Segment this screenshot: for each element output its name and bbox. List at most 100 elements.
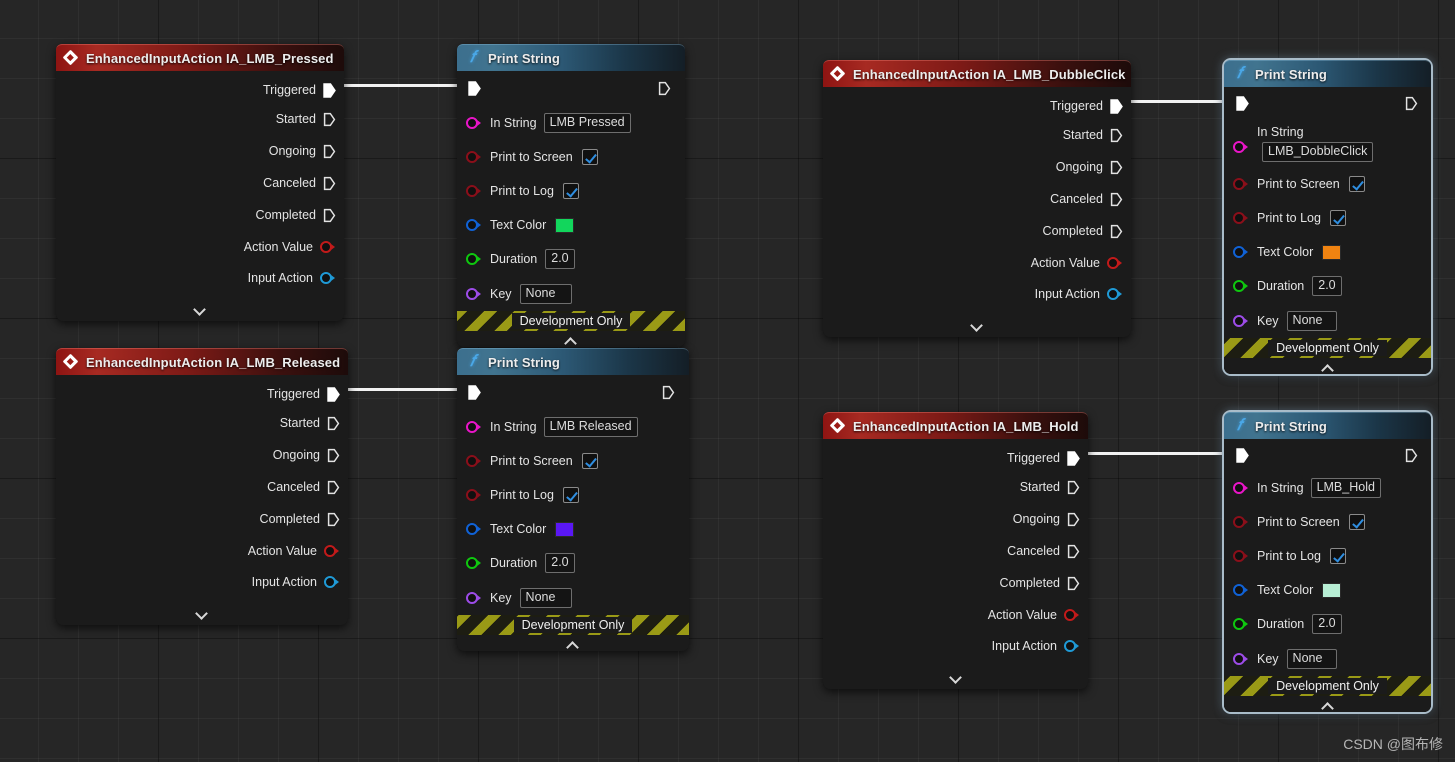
pin-row-print-to-screen[interactable]: Print to Screen xyxy=(1224,167,1431,201)
node-title-bar[interactable]: 𝑓 Print String xyxy=(1224,60,1431,87)
exec-pin-out-icon[interactable] xyxy=(1405,448,1418,463)
exec-pin-canceled-icon[interactable] xyxy=(323,176,336,191)
pin-row-action-value[interactable]: Action Value xyxy=(56,535,348,566)
data-pin-text-color-icon[interactable] xyxy=(466,219,482,231)
data-pin-print-to-log-icon[interactable] xyxy=(1233,212,1249,224)
pin-row-text-color[interactable]: Text Color xyxy=(457,512,689,546)
swatch-text-color[interactable] xyxy=(555,521,575,537)
pin-row-in-string[interactable]: In String LMB_DobbleClick xyxy=(1224,119,1431,167)
node-collapse-toggle[interactable] xyxy=(457,635,689,651)
chevron-down-icon[interactable] xyxy=(196,608,208,615)
chevron-down-icon[interactable] xyxy=(950,672,962,679)
exec-pin-ongoing-icon[interactable] xyxy=(1067,512,1080,527)
input-key[interactable]: None xyxy=(1286,648,1337,669)
pin-row-triggered[interactable]: Triggered xyxy=(823,87,1131,119)
node-collapse-toggle[interactable] xyxy=(56,597,348,625)
exec-pin-completed-icon[interactable] xyxy=(1110,224,1123,239)
pin-row-canceled[interactable]: Canceled xyxy=(823,183,1131,215)
data-pin-text-color-icon[interactable] xyxy=(466,523,482,535)
pin-row-print-to-screen[interactable]: Print to Screen xyxy=(457,140,685,174)
input-key[interactable]: None xyxy=(1286,310,1337,331)
checkbox-print-to-screen[interactable] xyxy=(581,453,598,469)
checkbox-print-to-log[interactable] xyxy=(562,487,579,503)
exec-pin-in-icon[interactable] xyxy=(1236,447,1249,463)
chevron-down-icon[interactable] xyxy=(971,320,983,327)
exec-pin-canceled-icon[interactable] xyxy=(1067,544,1080,559)
data-pin-in-string-icon[interactable] xyxy=(466,116,482,129)
data-pin-print-to-log-icon[interactable] xyxy=(466,185,482,197)
data-pin-action-value-icon[interactable] xyxy=(320,240,336,253)
pin-row-input-action[interactable]: Input Action xyxy=(823,630,1088,661)
data-pin-key-icon[interactable] xyxy=(466,591,482,604)
input-duration[interactable]: 2.0 xyxy=(1312,276,1342,296)
data-pin-print-to-log-icon[interactable] xyxy=(466,489,482,501)
exec-pin-canceled-icon[interactable] xyxy=(1110,192,1123,207)
checkbox-print-to-log[interactable] xyxy=(562,183,579,199)
pin-row-action-value[interactable]: Action Value xyxy=(56,231,344,262)
chevron-up-icon[interactable] xyxy=(1322,363,1334,370)
data-pin-action-value-icon[interactable] xyxy=(1107,256,1123,269)
data-pin-in-string-icon[interactable] xyxy=(466,420,482,433)
data-pin-key-icon[interactable] xyxy=(1233,314,1249,327)
pin-row-completed[interactable]: Completed xyxy=(56,199,344,231)
exec-pin-started-icon[interactable] xyxy=(327,416,340,431)
swatch-text-color[interactable] xyxy=(555,217,575,233)
exec-pin-out-icon[interactable] xyxy=(662,385,675,400)
data-pin-duration-icon[interactable] xyxy=(466,253,482,265)
pin-row-text-color[interactable]: Text Color xyxy=(457,208,685,242)
pin-row-triggered[interactable]: Triggered xyxy=(56,375,348,407)
chevron-up-icon[interactable] xyxy=(567,640,579,647)
pin-row-duration[interactable]: Duration 2.0 xyxy=(1224,607,1431,641)
pin-row-text-color[interactable]: Text Color xyxy=(1224,235,1431,269)
pin-row-started[interactable]: Started xyxy=(56,103,344,135)
exec-pin-triggered-icon[interactable] xyxy=(327,386,340,402)
chevron-up-icon[interactable] xyxy=(565,336,577,343)
pin-row-key[interactable]: Key None xyxy=(457,580,689,615)
input-in-string[interactable]: LMB_Hold xyxy=(1310,478,1381,498)
node-enhanced-input-action-ia-lmb-dubbleclick[interactable]: EnhancedInputAction IA_LMB_DubbleClick T… xyxy=(823,60,1131,337)
pin-row-duration[interactable]: Duration 2.0 xyxy=(457,546,689,580)
pin-row-in-string[interactable]: In String LMB_Hold xyxy=(1224,471,1431,505)
exec-pin-ongoing-icon[interactable] xyxy=(327,448,340,463)
node-title-bar[interactable]: 𝑓 Print String xyxy=(457,348,689,375)
exec-pin-in-icon[interactable] xyxy=(468,384,481,400)
pin-row-canceled[interactable]: Canceled xyxy=(823,535,1088,567)
data-pin-input-action-icon[interactable] xyxy=(1064,639,1080,652)
exec-pin-completed-icon[interactable] xyxy=(1067,576,1080,591)
node-print-string-released[interactable]: 𝑓 Print String In String LMB Released Pr… xyxy=(457,348,689,651)
data-pin-print-to-screen-icon[interactable] xyxy=(1233,178,1249,190)
node-collapse-toggle[interactable] xyxy=(823,309,1131,337)
node-print-string-pressed[interactable]: 𝑓 Print String In String LMB Pressed Pri… xyxy=(457,44,685,347)
node-enhanced-input-action-ia-lmb-released[interactable]: EnhancedInputAction IA_LMB_Released Trig… xyxy=(56,348,348,625)
exec-pin-completed-icon[interactable] xyxy=(327,512,340,527)
pin-row-key[interactable]: Key None xyxy=(1224,303,1431,338)
data-pin-print-to-screen-icon[interactable] xyxy=(466,455,482,467)
exec-pin-out-icon[interactable] xyxy=(1405,96,1418,111)
pin-row-print-to-screen[interactable]: Print to Screen xyxy=(457,444,689,478)
input-duration[interactable]: 2.0 xyxy=(545,553,575,573)
exec-pin-started-icon[interactable] xyxy=(323,112,336,127)
data-pin-text-color-icon[interactable] xyxy=(1233,584,1249,596)
pin-row-print-to-log[interactable]: Print to Log xyxy=(1224,539,1431,573)
node-print-string-hold[interactable]: 𝑓 Print String In String LMB_Hold Print … xyxy=(1224,412,1431,712)
data-pin-action-value-icon[interactable] xyxy=(1064,608,1080,621)
input-duration[interactable]: 2.0 xyxy=(1312,614,1342,634)
input-duration[interactable]: 2.0 xyxy=(545,249,575,269)
data-pin-in-string-icon[interactable] xyxy=(1233,141,1249,153)
pin-row-completed[interactable]: Completed xyxy=(823,215,1131,247)
node-collapse-toggle[interactable] xyxy=(457,331,685,347)
pin-row-started[interactable]: Started xyxy=(823,471,1088,503)
node-collapse-toggle[interactable] xyxy=(1224,358,1431,374)
data-pin-key-icon[interactable] xyxy=(1233,652,1249,665)
checkbox-print-to-log[interactable] xyxy=(1329,548,1346,564)
pin-row-started[interactable]: Started xyxy=(823,119,1131,151)
pin-row-in-string[interactable]: In String LMB Pressed xyxy=(457,105,685,140)
data-pin-duration-icon[interactable] xyxy=(466,557,482,569)
pin-row-print-to-screen[interactable]: Print to Screen xyxy=(1224,505,1431,539)
pin-row-canceled[interactable]: Canceled xyxy=(56,471,348,503)
node-enhanced-input-action-ia-lmb-pressed[interactable]: EnhancedInputAction IA_LMB_Pressed Trigg… xyxy=(56,44,344,321)
input-in-string[interactable]: LMB_DobbleClick xyxy=(1262,141,1374,162)
exec-pin-started-icon[interactable] xyxy=(1067,480,1080,495)
pin-row-action-value[interactable]: Action Value xyxy=(823,247,1131,278)
input-in-string[interactable]: LMB Released xyxy=(543,416,638,437)
